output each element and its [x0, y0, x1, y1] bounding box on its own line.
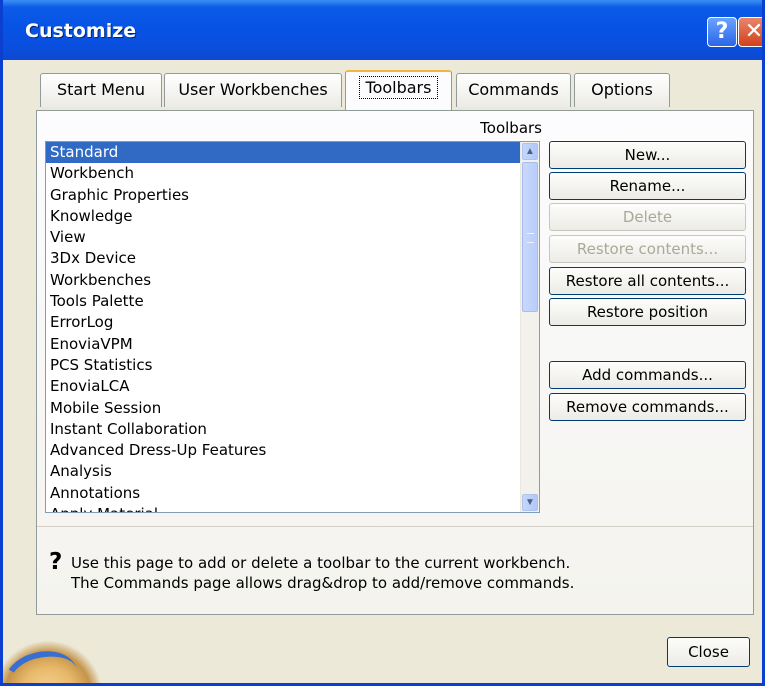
- customize-dialog: Customize ? ✕ Start Menu User Workbenche…: [0, 0, 765, 686]
- tab-toolbars-label: Toolbars: [358, 76, 439, 99]
- list-item[interactable]: Graphic Properties: [46, 185, 520, 206]
- scroll-up-button[interactable]: ▲: [522, 143, 538, 160]
- delete-toolbar-button[interactable]: Delete: [549, 203, 746, 231]
- toolbars-list-header: Toolbars: [480, 119, 542, 137]
- toolbars-listbox[interactable]: Standard Workbench Graphic Properties Kn…: [45, 141, 540, 513]
- grip-icon: [527, 233, 534, 243]
- help-button[interactable]: ?: [707, 17, 737, 47]
- list-item[interactable]: 3Dx Device: [46, 248, 520, 269]
- toolbars-tab-panel: Toolbars Standard Workbench Graphic Prop…: [36, 110, 754, 615]
- new-toolbar-button[interactable]: New...: [549, 141, 746, 169]
- list-item[interactable]: Annotations: [46, 483, 520, 504]
- list-item[interactable]: Advanced Dress-Up Features: [46, 440, 520, 461]
- tab-commands-label: Commands: [468, 80, 559, 99]
- close-button[interactable]: Close: [667, 637, 750, 667]
- add-commands-button[interactable]: Add commands...: [549, 361, 746, 389]
- list-item[interactable]: Standard: [46, 142, 520, 164]
- list-item[interactable]: EnoviaVPM: [46, 334, 520, 355]
- list-item[interactable]: PCS Statistics: [46, 355, 520, 376]
- help-line-1: Use this page to add or delete a toolbar…: [71, 554, 571, 572]
- list-item[interactable]: View: [46, 227, 520, 248]
- rename-toolbar-button[interactable]: Rename...: [549, 172, 746, 200]
- list-scrollbar[interactable]: ▲ ▼: [520, 142, 539, 512]
- list-item[interactable]: ErrorLog: [46, 312, 520, 333]
- chevron-down-icon: ▼: [525, 497, 535, 508]
- tab-commands[interactable]: Commands: [456, 73, 571, 107]
- restore-position-button[interactable]: Restore position: [549, 298, 746, 326]
- tab-user-workbenches-label: User Workbenches: [178, 80, 328, 99]
- remove-commands-button[interactable]: Remove commands...: [549, 393, 746, 421]
- list-item[interactable]: Instant Collaboration: [46, 419, 520, 440]
- help-line-2: The Commands page allows drag&drop to ad…: [71, 574, 575, 592]
- help-section: ? Use this page to add or delete a toolb…: [37, 526, 753, 607]
- list-item[interactable]: Workbenches: [46, 270, 520, 291]
- title-bar[interactable]: Customize ? ✕: [3, 0, 762, 60]
- list-item[interactable]: Tools Palette: [46, 291, 520, 312]
- tab-start-menu[interactable]: Start Menu: [40, 73, 162, 107]
- tab-toolbars[interactable]: Toolbars: [345, 70, 452, 110]
- scroll-down-button[interactable]: ▼: [522, 494, 538, 511]
- list-item[interactable]: Knowledge: [46, 206, 520, 227]
- tab-options-label: Options: [591, 80, 653, 99]
- window-title: Customize: [25, 20, 137, 42]
- list-item[interactable]: Apply Material: [46, 504, 520, 512]
- tab-user-workbenches[interactable]: User Workbenches: [164, 73, 342, 107]
- list-item[interactable]: Workbench: [46, 163, 520, 184]
- question-icon: ?: [49, 549, 63, 575]
- restore-contents-button[interactable]: Restore contents...: [549, 235, 746, 263]
- window-close-button[interactable]: ✕: [738, 17, 762, 47]
- scroll-thumb[interactable]: [522, 162, 538, 312]
- tab-start-menu-label: Start Menu: [56, 80, 146, 99]
- help-text: Use this page to add or delete a toolbar…: [71, 553, 574, 593]
- restore-all-contents-button[interactable]: Restore all contents...: [549, 267, 746, 295]
- list-item[interactable]: EnoviaLCA: [46, 376, 520, 397]
- tab-options[interactable]: Options: [574, 73, 670, 107]
- toolbars-list: Standard Workbench Graphic Properties Kn…: [46, 142, 539, 512]
- chevron-up-icon: ▲: [525, 146, 535, 157]
- list-item[interactable]: Analysis: [46, 461, 520, 482]
- list-item[interactable]: Mobile Session: [46, 398, 520, 419]
